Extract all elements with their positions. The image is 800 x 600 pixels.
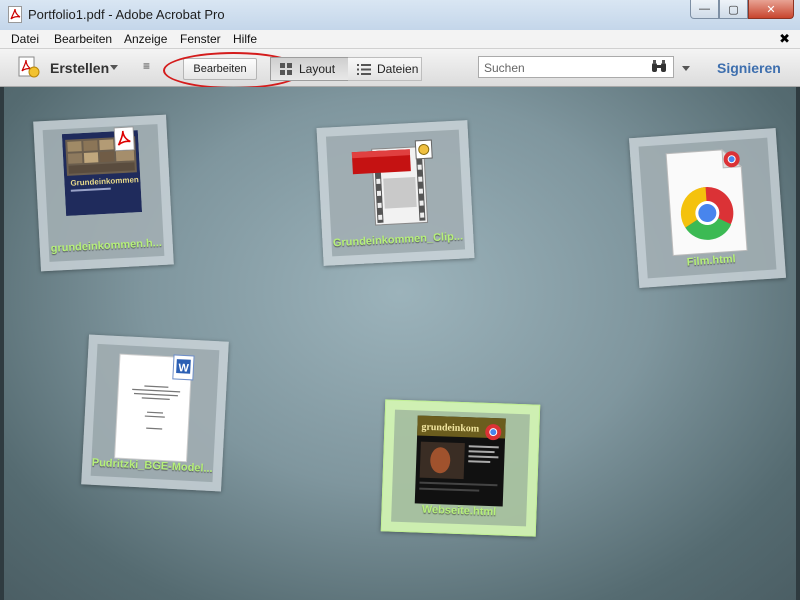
website-thumbnail: grundeinkom: [414, 415, 506, 507]
files-label: Dateien: [377, 62, 419, 76]
svg-text:W: W: [178, 362, 190, 375]
file-tile-word[interactable]: W Pudritzki_BGE-Model...: [81, 334, 229, 492]
file-tile-video[interactable]: Grundeinkommen_Clip...: [316, 120, 475, 266]
minimize-button[interactable]: —: [690, 0, 719, 19]
pdf-badge-icon: [113, 126, 135, 152]
sign-button[interactable]: Signieren: [717, 60, 781, 76]
search-dropdown-icon[interactable]: [682, 66, 690, 71]
search-input[interactable]: Suchen: [478, 56, 674, 78]
menu-fenster[interactable]: Fenster: [180, 32, 221, 46]
canvas-right-edge: [796, 87, 800, 600]
title-bar: Portfolio1.pdf - Adobe Acrobat Pro — ▢ ✕: [0, 0, 800, 31]
grid-icon: [280, 63, 292, 75]
video-clip-icon: [351, 139, 433, 226]
layout-toggle[interactable]: Layout: [270, 57, 350, 81]
menu-anzeige[interactable]: Anzeige: [124, 32, 167, 46]
document-close-icon[interactable]: ✖: [779, 31, 790, 47]
window-controls: — ▢ ✕: [690, 0, 794, 20]
create-dropdown-icon[interactable]: [110, 65, 118, 70]
create-button[interactable]: Erstellen: [50, 60, 109, 76]
menu-datei[interactable]: Datei: [11, 32, 39, 46]
menu-bearbeiten[interactable]: Bearbeiten: [54, 32, 112, 46]
more-tools-icon[interactable]: ≡: [143, 59, 150, 73]
edit-button[interactable]: Bearbeiten: [183, 58, 257, 80]
acrobat-document-icon: [8, 6, 22, 23]
website-banner-text: grundeinkom: [421, 422, 480, 435]
file-tile-pdf[interactable]: Grundeinkommen grundeinkommen.h...: [33, 114, 174, 272]
layout-label: Layout: [299, 62, 336, 76]
list-icon: [357, 63, 371, 75]
menu-hilfe[interactable]: Hilfe: [233, 32, 257, 46]
file-tile-html[interactable]: Film.html: [628, 128, 787, 288]
canvas-left-edge: [0, 87, 4, 600]
file-tile-website[interactable]: grundeinkom Webseite.html: [380, 399, 541, 537]
create-icon[interactable]: [18, 56, 40, 78]
word-doc-thumbnail: W: [114, 353, 195, 463]
search-placeholder: Suchen: [484, 61, 525, 75]
binoculars-icon[interactable]: [651, 60, 667, 74]
files-toggle[interactable]: Dateien: [348, 57, 422, 81]
window-title: Portfolio1.pdf - Adobe Acrobat Pro: [28, 7, 225, 22]
chrome-html-icon: [665, 148, 748, 257]
close-button[interactable]: ✕: [748, 0, 794, 19]
maximize-button[interactable]: ▢: [719, 0, 748, 19]
menu-bar: Datei Bearbeiten Anzeige Fenster Hilfe ✖: [0, 30, 800, 49]
